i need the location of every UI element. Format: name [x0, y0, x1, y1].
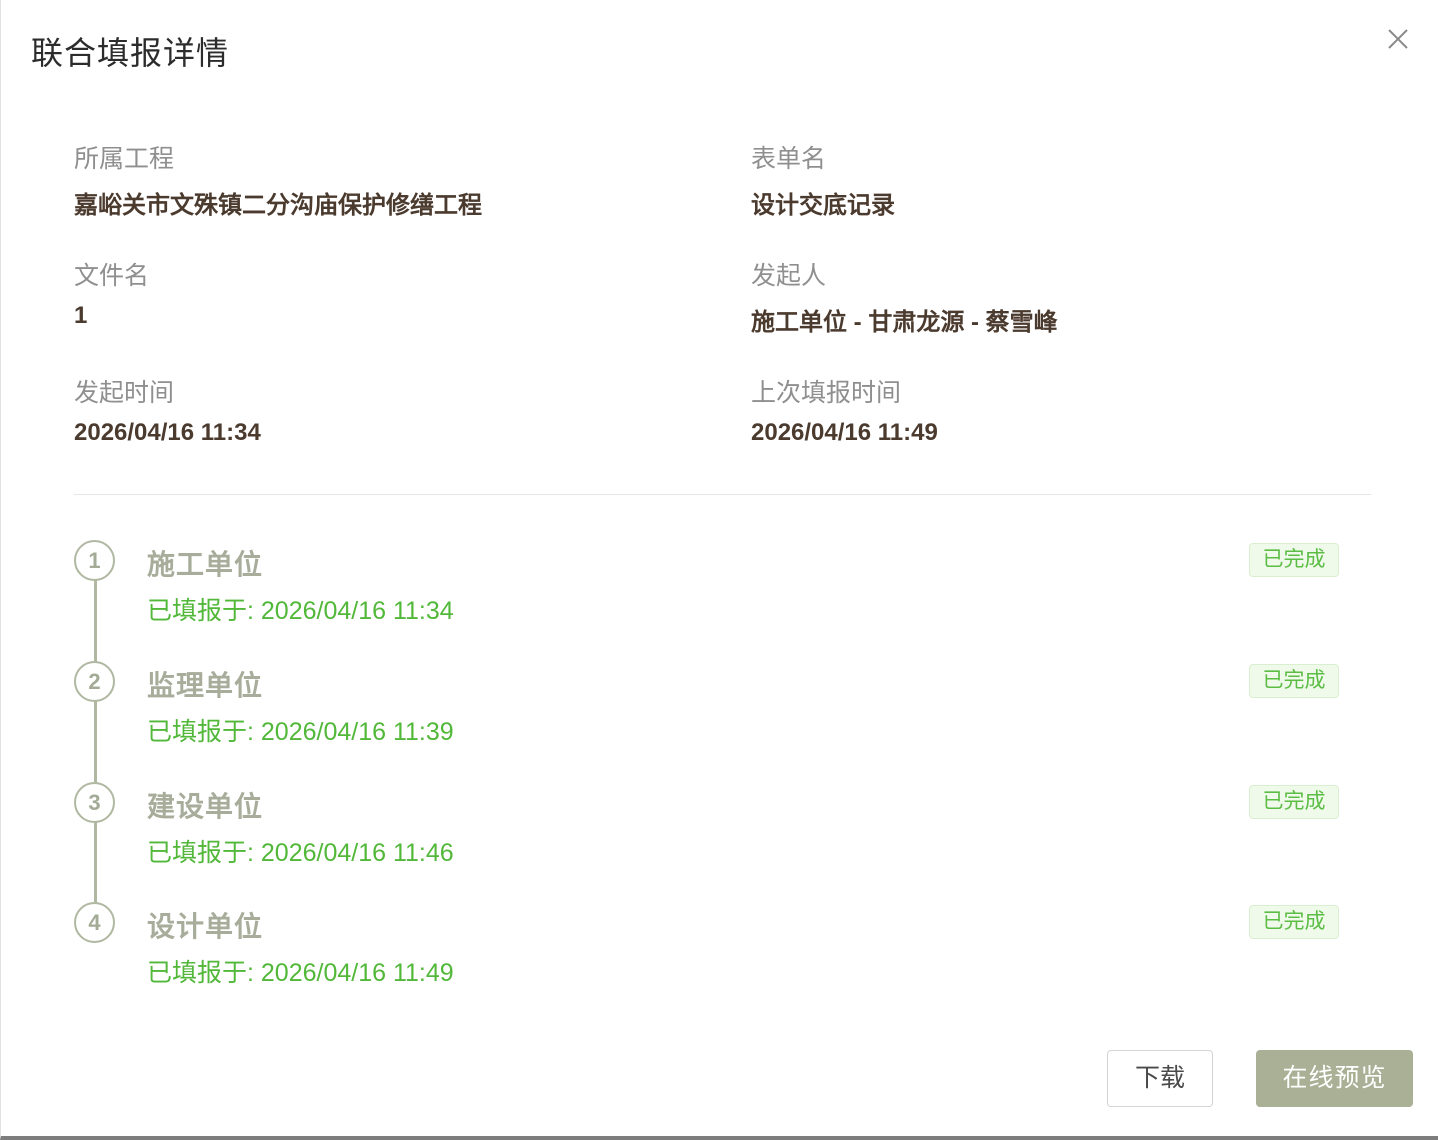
file-name-label: 文件名: [74, 262, 150, 290]
step-report-time: 已填报于: 2026/04/16 11:34: [147, 597, 454, 625]
last-report-time-value: 2026/04/16 11:49: [751, 419, 938, 446]
initiator-value: 施工单位 - 甘肃龙源 - 蔡雪峰: [751, 309, 1058, 336]
timeline-connector: [94, 700, 97, 784]
status-badge: 已完成: [1249, 905, 1339, 939]
step-number-circle: 1: [74, 540, 115, 581]
step-report-time: 已填报于: 2026/04/16 11:49: [147, 959, 454, 987]
status-badge: 已完成: [1249, 785, 1339, 819]
step-unit-name: 监理单位: [147, 670, 264, 701]
status-badge: 已完成: [1249, 664, 1339, 698]
form-name-value: 设计交底记录: [751, 192, 895, 219]
project-label: 所属工程: [74, 145, 175, 173]
step-report-time: 已填报于: 2026/04/16 11:39: [147, 718, 454, 746]
step-number-circle: 3: [74, 782, 115, 823]
initiator-label: 发起人: [751, 262, 827, 290]
file-name-value: 1: [74, 302, 88, 329]
timeline-connector: [94, 579, 97, 664]
joint-report-dialog: 联合填报详情 所属工程 嘉峪关市文殊镇二分沟庙保护修缮工程 表单名 设计交底记录…: [0, 0, 1438, 1140]
step-unit-name: 设计单位: [147, 911, 264, 942]
close-icon[interactable]: [1384, 25, 1412, 53]
download-button[interactable]: 下载: [1107, 1050, 1213, 1107]
status-badge: 已完成: [1249, 543, 1339, 577]
start-time-value: 2026/04/16 11:34: [74, 419, 261, 446]
last-report-time-label: 上次填报时间: [751, 379, 902, 407]
form-name-label: 表单名: [751, 145, 827, 173]
project-value: 嘉峪关市文殊镇二分沟庙保护修缮工程: [74, 192, 482, 219]
online-preview-button[interactable]: 在线预览: [1256, 1050, 1413, 1107]
step-number-circle: 2: [74, 661, 115, 702]
start-time-label: 发起时间: [74, 379, 175, 407]
step-number-circle: 4: [74, 902, 115, 943]
step-unit-name: 建设单位: [147, 791, 264, 822]
timeline-connector: [94, 821, 97, 904]
section-divider: [74, 494, 1371, 495]
step-report-time: 已填报于: 2026/04/16 11:46: [147, 839, 454, 867]
dialog-title: 联合填报详情: [31, 35, 230, 71]
step-unit-name: 施工单位: [147, 549, 264, 580]
